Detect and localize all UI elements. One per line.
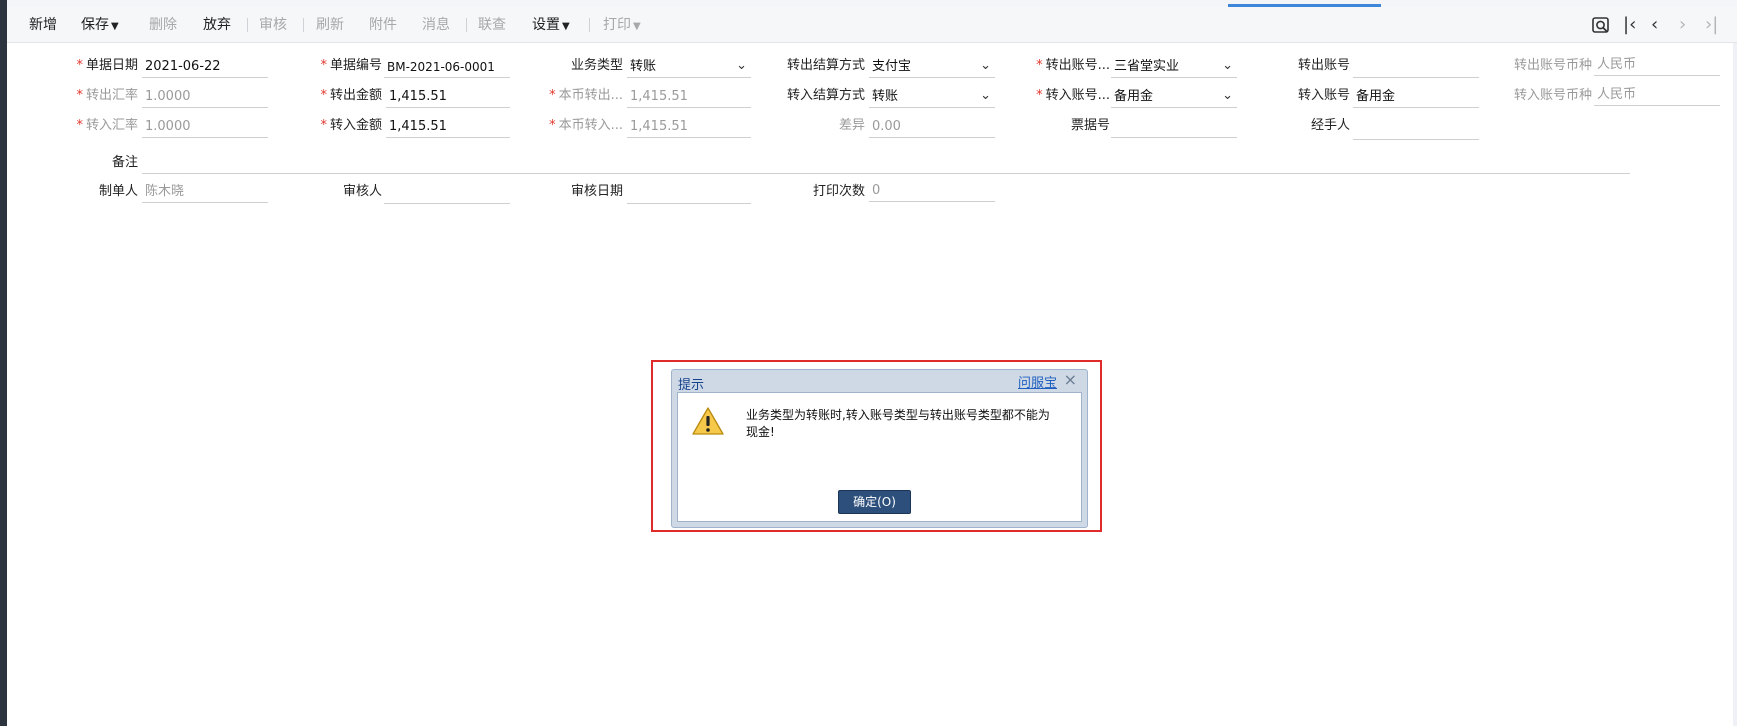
toolbar-separator [303,18,304,32]
doc-no-field[interactable]: BM-2021-06-0001 [384,56,510,78]
chevron-down-icon: ⌄ [980,88,991,103]
chevron-down-icon: ⌄ [736,58,747,73]
toolbar-separator [247,18,248,32]
in-amount-label: * 转入金额 [320,118,382,133]
local-out-label: * 本币转出... [549,88,623,103]
in-amount-field[interactable]: 1,415.51 [386,116,510,138]
creator-label: 制单人 [98,184,138,199]
search-icon[interactable] [1591,15,1611,40]
biz-type-value: 转账 [630,59,657,74]
next-record-icon[interactable]: › [1679,15,1686,35]
discard-button[interactable]: 放弃 [203,16,231,34]
chevron-down-icon: ▼ [111,21,119,32]
in-settle-label: 转入结算方式 [786,88,865,103]
first-record-icon[interactable]: |‹ [1623,15,1636,35]
local-in-label: * 本币转入... [549,118,623,133]
dialog-body: 业务类型为转账时,转入账号类型与转出账号类型都不能为现金! 确定(O) [677,392,1082,522]
in-acct-name-value: 备用金 [1114,89,1154,104]
local-in-field: 1,415.51 [627,116,751,138]
previous-record-icon[interactable]: ‹ [1651,15,1658,35]
out-acct-no-label: 转出账号 [1297,58,1350,73]
audit-date-field [627,182,751,204]
linked-query-button[interactable]: 联查 [478,16,506,34]
new-button[interactable]: 新增 [29,16,57,34]
in-acct-no-label: 转入账号 [1297,88,1350,103]
out-amount-field[interactable]: 1,415.51 [386,86,510,108]
doc-no-label: * 单据编号 [320,58,382,73]
right-scroll-strip [1733,0,1737,726]
alert-dialog: 提示 问服宝 × 业务类型为转账时,转入账号类型与转出账号类型都不能为现金! 确… [671,369,1088,528]
out-settle-value: 支付宝 [872,59,912,74]
chevron-down-icon: ⌄ [1222,88,1233,103]
in-settle-select[interactable]: 转账 ⌄ [869,86,995,108]
out-settle-select[interactable]: 支付宝 ⌄ [869,56,995,78]
out-currency-label: 转出账号币种 [1513,58,1592,73]
in-currency-field: 人民币 [1594,84,1720,106]
in-rate-label: * 转入汇率 [76,118,138,133]
last-record-icon[interactable]: ›| [1705,15,1718,35]
handler-label: 经手人 [1310,118,1350,133]
refresh-button[interactable]: 刷新 [316,16,344,34]
settings-button[interactable]: 设置 ▼ [532,16,570,36]
auditor-field [384,182,510,204]
in-acct-no-field[interactable]: 备用金 [1353,86,1479,108]
remark-field[interactable] [142,152,1630,174]
out-acct-name-select[interactable]: 三省堂实业 ⌄ [1111,56,1237,78]
chevron-down-icon: ⌄ [980,58,991,73]
remark-label: 备注 [111,155,138,170]
toolbar-separator [466,18,467,32]
delete-button[interactable]: 删除 [149,16,177,34]
in-acct-name-label: * 转入账号... [1036,88,1110,103]
settings-label: 设置 [532,17,560,33]
toolbar-separator [589,18,590,32]
attachment-button[interactable]: 附件 [369,16,397,34]
top-tab-bar [7,0,1737,7]
save-button[interactable]: 保存 ▼ [81,16,119,36]
biz-type-select[interactable]: 转账 ⌄ [627,56,751,78]
out-settle-label: 转出结算方式 [786,58,865,73]
bill-no-field[interactable] [1111,116,1237,138]
in-rate-field: 1.0000 [142,116,268,138]
auditor-label: 审核人 [342,184,382,199]
diff-field: 0.00 [869,116,995,138]
doc-date-label: * 单据日期 [76,58,138,73]
print-label: 打印 [603,17,631,33]
local-out-field: 1,415.51 [627,86,751,108]
out-acct-no-field[interactable] [1353,56,1479,78]
bill-no-label: 票据号 [1070,118,1110,133]
left-sidebar-strip [0,0,7,726]
out-acct-name-value: 三省堂实业 [1114,59,1180,74]
in-settle-value: 转账 [872,89,899,104]
print-count-label: 打印次数 [812,184,865,199]
toolbar: 新增 保存 ▼ 删除 放弃 审核 刷新 附件 消息 联查 设置 ▼ 打印 ▼ |‹ ‹… [7,7,1737,43]
handler-field[interactable] [1353,118,1479,140]
ok-button[interactable]: 确定(O) [838,490,911,514]
chevron-down-icon: ▼ [633,21,641,32]
out-amount-label: * 转出金额 [320,88,382,103]
doc-date-field[interactable]: 2021-06-22 [142,56,268,78]
chevron-down-icon: ▼ [562,21,570,32]
help-link[interactable]: 问服宝 [1018,372,1057,391]
in-currency-label: 转入账号币种 [1513,88,1592,103]
message-button[interactable]: 消息 [422,16,450,34]
out-rate-label: * 转出汇率 [76,88,138,103]
out-currency-field: 人民币 [1594,54,1720,76]
biz-type-label: 业务类型 [570,58,623,73]
close-icon[interactable]: × [1064,370,1077,389]
in-acct-name-select[interactable]: 备用金 ⌄ [1111,86,1237,108]
print-count-field: 0 [869,180,995,202]
out-rate-field: 1.0000 [142,86,268,108]
dialog-title: 提示 [678,378,705,393]
warning-icon [691,406,725,440]
print-button[interactable]: 打印 ▼ [603,16,641,36]
audit-date-label: 审核日期 [570,184,623,199]
save-label: 保存 [81,17,109,33]
dialog-message: 业务类型为转账时,转入账号类型与转出账号类型都不能为现金! [746,408,1050,439]
audit-button[interactable]: 审核 [259,16,287,34]
creator-field: 陈木晓 [142,181,268,203]
diff-label: 差异 [838,118,865,133]
out-acct-name-label: * 转出账号... [1036,58,1110,73]
chevron-down-icon: ⌄ [1222,58,1233,73]
